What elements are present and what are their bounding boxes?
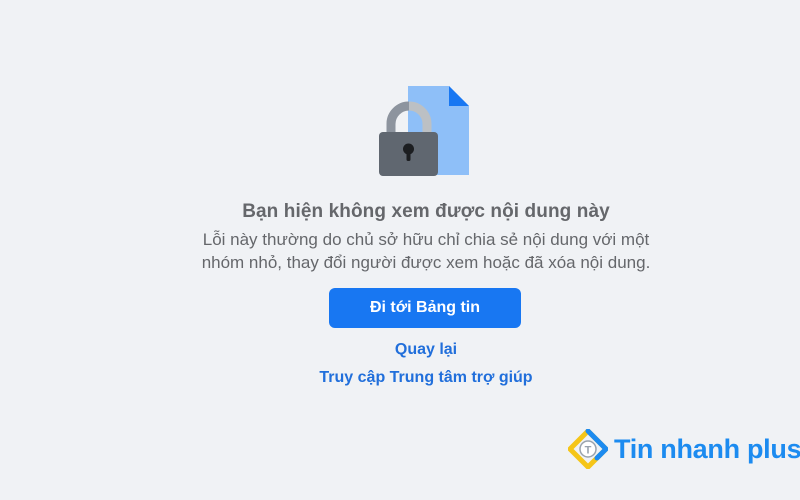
go-back-link[interactable]: Quay lại xyxy=(0,341,800,359)
watermark-text: Tin nhanh plus xyxy=(614,433,800,464)
help-center-link[interactable]: Truy cập Trung tâm trợ giúp xyxy=(0,369,800,387)
error-heading: Bạn hiện không xem được nội dung này xyxy=(242,201,610,222)
error-description-line: nhóm nhỏ, thay đổi người được xem hoặc đ… xyxy=(201,253,651,272)
svg-text:T: T xyxy=(585,445,592,457)
error-description: Lỗi này thường do chủ sở hữu chỉ chia sẻ… xyxy=(0,228,800,274)
content-unavailable-page: Bạn hiện không xem được nội dung này Lỗi… xyxy=(0,0,800,500)
locked-document-icon xyxy=(379,86,469,176)
tin-nhanh-plus-logo: T xyxy=(568,429,608,469)
watermark: T Tin nhanh plus xyxy=(568,428,800,470)
go-to-feed-button[interactable]: Đi tới Bảng tin xyxy=(329,288,521,328)
error-description-line: Lỗi này thường do chủ sở hữu chỉ chia sẻ… xyxy=(202,230,650,249)
